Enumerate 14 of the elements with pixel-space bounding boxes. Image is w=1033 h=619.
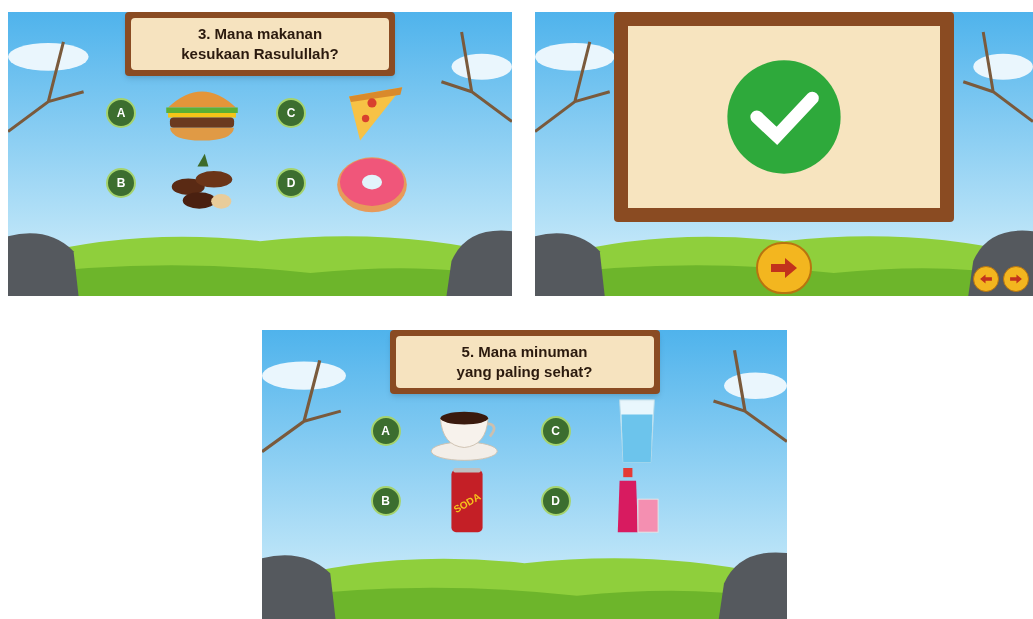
question-text: 5. Mana minuman xyxy=(461,342,588,362)
cloud xyxy=(451,53,512,80)
cloud xyxy=(724,372,787,399)
rock xyxy=(446,230,512,296)
question-text: yang paling sehat? xyxy=(456,362,593,382)
rock xyxy=(718,552,787,619)
arrow-left-icon xyxy=(979,274,993,284)
arrow-right-icon xyxy=(769,257,799,279)
arrow-right-icon xyxy=(1009,274,1023,284)
rock xyxy=(535,233,605,296)
cloud xyxy=(973,53,1033,80)
rock xyxy=(8,233,79,296)
question-text: kesukaan Rasulullah? xyxy=(181,44,339,64)
question-text: 3. Mana makanan xyxy=(197,24,323,44)
